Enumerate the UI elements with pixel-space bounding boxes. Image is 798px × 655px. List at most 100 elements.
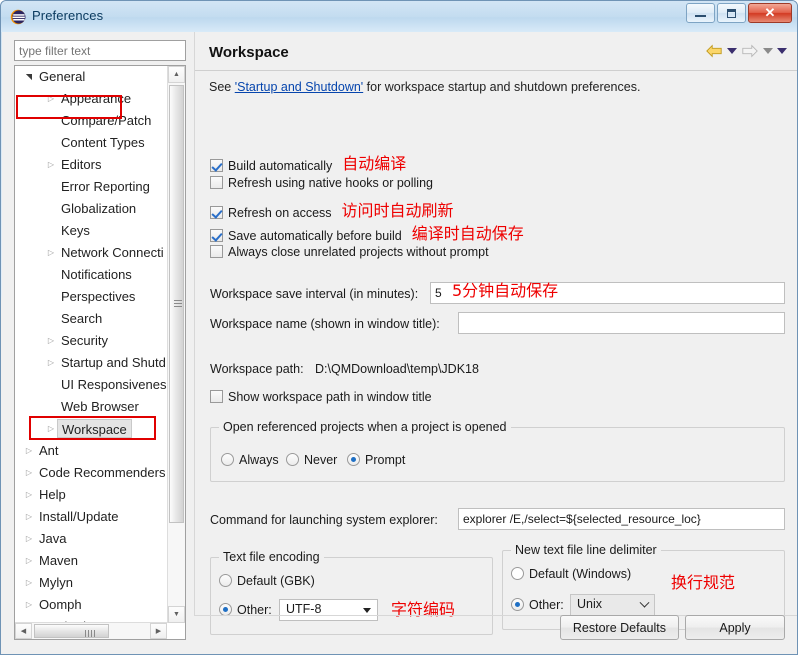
- maximize-button[interactable]: [717, 3, 746, 23]
- expander-collapsed-icon[interactable]: ▷: [45, 242, 57, 264]
- tree-item-ui-responsiveness[interactable]: UI Responsiveness: [15, 374, 167, 396]
- chevron-down-icon[interactable]: [635, 596, 653, 614]
- expander-expanded-icon[interactable]: ◢: [18, 71, 40, 83]
- radio-encoding-default[interactable]: Default (GBK): [219, 574, 315, 588]
- tree-item-notifications[interactable]: Notifications: [15, 264, 167, 286]
- scroll-up-button[interactable]: ▲: [168, 66, 185, 83]
- startup-shutdown-link[interactable]: 'Startup and Shutdown': [235, 80, 363, 94]
- tree-vertical-scrollbar[interactable]: ▲ ▼: [167, 66, 185, 623]
- tree-item-mylyn[interactable]: ▷ Mylyn: [15, 572, 167, 594]
- radio-indicator[interactable]: [347, 453, 360, 466]
- radio-indicator[interactable]: [286, 453, 299, 466]
- tree-item-maven[interactable]: ▷ Maven: [15, 550, 167, 572]
- radio-prompt[interactable]: Prompt: [347, 453, 405, 467]
- tree-item-ant[interactable]: ▷ Ant: [15, 440, 167, 462]
- radio-delimiter-other[interactable]: Other:: [511, 598, 564, 612]
- expander-collapsed-icon[interactable]: ▷: [45, 352, 57, 374]
- preference-tree[interactable]: ◢ General ▷ Appearance Compare/Patch Content …: [14, 65, 186, 640]
- explorer-command-input[interactable]: [458, 508, 785, 530]
- close-button[interactable]: ✕: [748, 3, 792, 23]
- radio-indicator[interactable]: [511, 567, 524, 580]
- tree-item-label: Maven: [39, 553, 79, 568]
- tree-item-code-recommenders[interactable]: ▷ Code Recommenders: [15, 462, 167, 484]
- tree-item-error-reporting[interactable]: Error Reporting: [15, 176, 167, 198]
- tree-item-keys[interactable]: Keys: [15, 220, 167, 242]
- radio-indicator[interactable]: [511, 598, 524, 611]
- text-file-encoding-title: Text file encoding: [219, 550, 324, 564]
- checkbox-refresh-native-hooks[interactable]: [210, 176, 223, 189]
- checkbox-close-unrelated-projects[interactable]: [210, 245, 223, 258]
- restore-defaults-button[interactable]: Restore Defaults: [559, 615, 679, 640]
- expander-collapsed-icon[interactable]: ▷: [23, 462, 35, 484]
- tree-item-globalization[interactable]: Globalization: [15, 198, 167, 220]
- save-interval-label: Workspace save interval (in minutes):: [210, 287, 419, 301]
- radio-never[interactable]: Never: [286, 453, 337, 467]
- expander-collapsed-icon[interactable]: ▷: [23, 550, 35, 572]
- checkbox-save-before-build[interactable]: [210, 229, 223, 242]
- tree-item-network-connecti[interactable]: ▷ Network Connecti: [15, 242, 167, 264]
- back-arrow-icon[interactable]: [705, 44, 723, 58]
- vertical-scroll-thumb[interactable]: [169, 85, 184, 523]
- tree-horizontal-scrollbar[interactable]: ◀ ▶: [15, 622, 167, 639]
- radio-delimiter-default[interactable]: Default (Windows): [511, 567, 631, 581]
- tree-item-install-update[interactable]: ▷ Install/Update: [15, 506, 167, 528]
- expander-collapsed-icon[interactable]: ▷: [45, 88, 57, 110]
- tree-item-content-types[interactable]: Content Types: [15, 132, 167, 154]
- expander-collapsed-icon[interactable]: ▷: [45, 330, 57, 352]
- tree-item-security[interactable]: ▷ Security: [15, 330, 167, 352]
- back-history-caret-icon[interactable]: [727, 48, 737, 54]
- expander-collapsed-icon[interactable]: ▷: [23, 572, 35, 594]
- apply-button[interactable]: Apply: [685, 615, 785, 640]
- forward-history-caret-icon[interactable]: [763, 48, 773, 54]
- minimize-button[interactable]: [686, 3, 715, 23]
- chevron-down-icon[interactable]: [358, 601, 376, 619]
- filter-input[interactable]: [14, 40, 186, 61]
- expander-collapsed-icon[interactable]: ▷: [23, 528, 35, 550]
- checkbox-build-automatically[interactable]: [210, 159, 223, 172]
- tree-item-search[interactable]: Search: [15, 308, 167, 330]
- expander-collapsed-icon[interactable]: ▷: [23, 484, 35, 506]
- tree-item-oomph[interactable]: ▷ Oomph: [15, 594, 167, 616]
- expander-collapsed-icon[interactable]: ▷: [23, 440, 35, 462]
- tree-item-workspace[interactable]: ▷ Workspace: [15, 418, 167, 440]
- expander-collapsed-icon[interactable]: ▷: [23, 594, 35, 616]
- radio-indicator[interactable]: [221, 453, 234, 466]
- checkbox-row-close-unrelated[interactable]: Always close unrelated projects without …: [210, 243, 489, 263]
- checkbox-show-workspace-path[interactable]: [210, 390, 223, 403]
- encoding-combo-value: UTF-8: [286, 602, 322, 616]
- tree-item-perspectives[interactable]: Perspectives: [15, 286, 167, 308]
- tree-item-editors[interactable]: ▷ Editors: [15, 154, 167, 176]
- checkbox-refresh-on-access[interactable]: [210, 206, 223, 219]
- page-menu-caret-icon[interactable]: [777, 48, 787, 54]
- tree-item-help[interactable]: ▷ Help: [15, 484, 167, 506]
- expander-collapsed-icon[interactable]: ▷: [45, 154, 57, 176]
- checkbox-row-save-before-build[interactable]: Save automatically before build 编译时自动保存: [210, 220, 524, 243]
- checkbox-row-refresh-native-hooks[interactable]: Refresh using native hooks or polling: [210, 174, 433, 194]
- radio-label: Default (GBK): [237, 574, 315, 588]
- delimiter-combo[interactable]: Unix: [570, 594, 655, 616]
- tree-item-label: Notifications: [61, 267, 132, 282]
- tree-item-label: Error Reporting: [61, 179, 150, 194]
- tree-item-compare-patch[interactable]: Compare/Patch: [15, 110, 167, 132]
- workspace-name-input[interactable]: [458, 312, 785, 334]
- tree-item-label: Globalization: [61, 201, 137, 216]
- tree-item-appearance[interactable]: ▷ Appearance: [15, 88, 167, 110]
- tree-item-startup-and-shutd[interactable]: ▷ Startup and Shutd: [15, 352, 167, 374]
- tree-item-web-browser[interactable]: Web Browser: [15, 396, 167, 418]
- scroll-left-button[interactable]: ◀: [15, 623, 32, 639]
- expander-collapsed-icon[interactable]: ▷: [23, 506, 35, 528]
- horizontal-scroll-thumb[interactable]: [34, 624, 109, 638]
- radio-indicator[interactable]: [219, 574, 232, 587]
- radio-always[interactable]: Always: [221, 453, 279, 467]
- encoding-combo[interactable]: UTF-8: [279, 599, 378, 621]
- scroll-right-button[interactable]: ▶: [150, 623, 167, 639]
- expander-collapsed-icon[interactable]: ▷: [45, 418, 57, 440]
- checkbox-row-build-automatically[interactable]: Build automatically 自动编译: [210, 150, 406, 173]
- scroll-down-button[interactable]: ▼: [168, 606, 185, 623]
- checkbox-row-show-workspace-path[interactable]: Show workspace path in window title: [210, 388, 432, 408]
- delimiter-combo-value: Unix: [577, 597, 603, 611]
- window-title: Preferences: [32, 8, 104, 23]
- tree-item-java[interactable]: ▷ Java: [15, 528, 167, 550]
- tree-item-general[interactable]: ◢ General: [15, 66, 167, 88]
- checkbox-row-refresh-on-access[interactable]: Refresh on access 访问时自动刷新: [210, 197, 454, 220]
